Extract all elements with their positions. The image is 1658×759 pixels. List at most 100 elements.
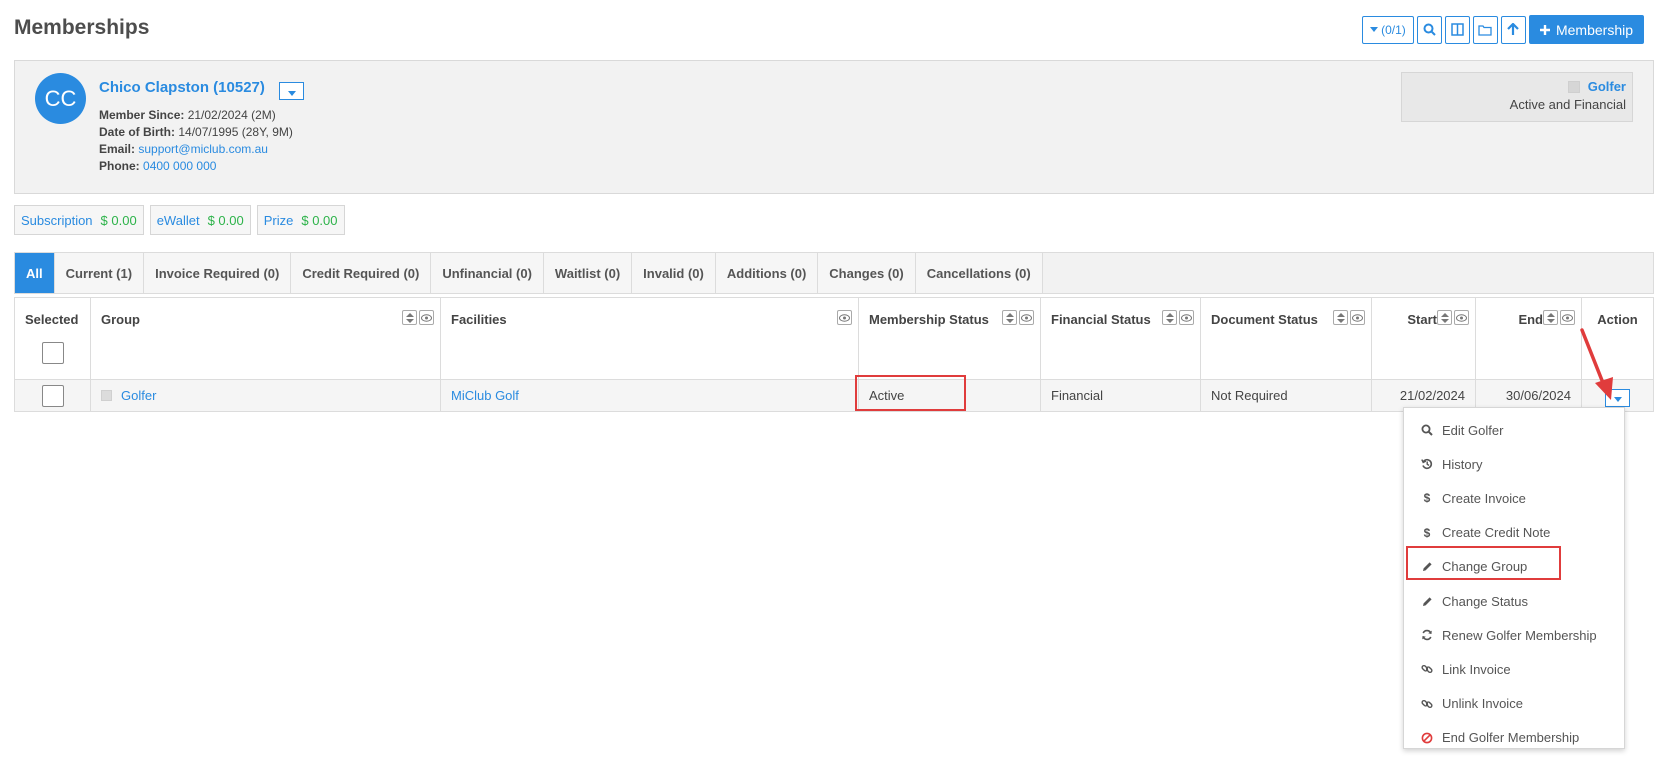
memberships-table: Selected Group Facilities Membership Sta… bbox=[14, 297, 1654, 412]
group-cell: Golfer bbox=[91, 380, 441, 411]
email-link[interactable]: support@miclub.com.au bbox=[138, 142, 268, 156]
arrow-up-icon bbox=[1507, 23, 1520, 36]
tab-current[interactable]: Current (1) bbox=[54, 253, 145, 293]
page-title: Memberships bbox=[14, 16, 150, 39]
toolbar: (0/1) Membership bbox=[1361, 15, 1644, 44]
column-label: Selected bbox=[25, 312, 79, 327]
balances: Subscription $ 0.00 eWallet $ 0.00 Prize… bbox=[14, 205, 345, 235]
column-header-group: Group bbox=[91, 298, 441, 379]
column-label: Financial Status bbox=[1051, 312, 1151, 327]
balance-label[interactable]: eWallet bbox=[157, 213, 200, 228]
menu-item-end-golfer-membership[interactable]: End Golfer Membership bbox=[1404, 721, 1624, 755]
sort-icon[interactable] bbox=[1543, 310, 1558, 325]
dollar-icon: $ bbox=[1423, 491, 1431, 506]
link-icon bbox=[1420, 662, 1434, 676]
eye-icon[interactable] bbox=[1019, 310, 1034, 325]
summary-group-link[interactable]: Golfer bbox=[1588, 79, 1626, 94]
menu-item-change-status[interactable]: Change Status bbox=[1404, 584, 1624, 618]
status-tabs: All Current (1) Invoice Required (0) Cre… bbox=[14, 252, 1654, 294]
column-header-financial-status: Financial Status bbox=[1041, 298, 1201, 379]
column-header-end: End bbox=[1476, 298, 1582, 379]
balance-subscription: Subscription $ 0.00 bbox=[14, 205, 144, 235]
menu-item-link-invoice[interactable]: Link Invoice bbox=[1404, 652, 1624, 686]
columns-icon bbox=[1451, 23, 1464, 36]
phone-link[interactable]: 0400 000 000 bbox=[143, 159, 216, 173]
add-membership-label: Membership bbox=[1555, 21, 1633, 38]
unlink-icon bbox=[1420, 697, 1434, 711]
eye-icon[interactable] bbox=[837, 310, 852, 325]
caret-down-icon bbox=[1370, 26, 1379, 33]
balance-prize: Prize $ 0.00 bbox=[256, 205, 345, 235]
menu-item-label: Link Invoice bbox=[1442, 661, 1511, 677]
menu-item-label: History bbox=[1442, 456, 1483, 472]
folder-button[interactable] bbox=[1472, 15, 1498, 44]
balance-label[interactable]: Subscription bbox=[21, 213, 93, 228]
member-name-link[interactable]: Chico Clapston (10527) bbox=[99, 79, 265, 96]
group-link[interactable]: Golfer bbox=[121, 388, 156, 403]
financial-status-value: Financial bbox=[1051, 388, 1104, 403]
tab-all[interactable]: All bbox=[15, 253, 55, 293]
tab-additions[interactable]: Additions (0) bbox=[715, 253, 819, 293]
eye-icon[interactable] bbox=[1350, 310, 1365, 325]
dob-value: 14/07/1995 (28Y, 9M) bbox=[178, 125, 293, 139]
facility-link[interactable]: MiClub Golf bbox=[451, 388, 519, 403]
tab-invoice-required[interactable]: Invoice Required (0) bbox=[144, 253, 292, 293]
menu-item-renew-golfer-membership[interactable]: Renew Golfer Membership bbox=[1404, 618, 1624, 652]
search-button[interactable] bbox=[1416, 15, 1442, 44]
eye-icon[interactable] bbox=[1179, 310, 1194, 325]
tab-waitlist[interactable]: Waitlist (0) bbox=[543, 253, 633, 293]
tab-changes[interactable]: Changes (0) bbox=[818, 253, 916, 293]
sort-icon[interactable] bbox=[1162, 310, 1177, 325]
sort-icon[interactable] bbox=[1437, 310, 1452, 325]
balance-label[interactable]: Prize bbox=[264, 213, 294, 228]
table-header: Selected Group Facilities Membership Sta… bbox=[14, 297, 1654, 379]
balance-amount: $ 0.00 bbox=[301, 212, 338, 228]
menu-item-label: Change Status bbox=[1442, 593, 1529, 609]
menu-item-create-invoice[interactable]: $ Create Invoice bbox=[1404, 481, 1624, 515]
menu-item-label: End Golfer Membership bbox=[1442, 730, 1580, 746]
eye-icon[interactable] bbox=[1560, 310, 1575, 325]
upload-button[interactable] bbox=[1500, 15, 1526, 44]
facilities-cell: MiClub Golf bbox=[441, 380, 859, 411]
search-icon bbox=[1423, 23, 1436, 36]
history-icon bbox=[1420, 457, 1434, 471]
tab-unfinancial[interactable]: Unfinancial (0) bbox=[431, 253, 544, 293]
filter-button[interactable]: (0/1) bbox=[1361, 15, 1414, 44]
add-membership-button[interactable]: Membership bbox=[1528, 15, 1644, 44]
summary-status: Active and Financial bbox=[1509, 97, 1626, 112]
sort-icon[interactable] bbox=[402, 310, 417, 325]
menu-item-unlink-invoice[interactable]: Unlink Invoice bbox=[1404, 687, 1624, 721]
menu-item-history[interactable]: History bbox=[1404, 447, 1624, 481]
columns-button[interactable] bbox=[1444, 15, 1470, 44]
phone-label: Phone: bbox=[99, 159, 140, 173]
menu-item-label: Create Credit Note bbox=[1442, 525, 1551, 541]
folder-icon bbox=[1478, 24, 1493, 36]
member-menu-button[interactable] bbox=[279, 82, 304, 100]
pointer-arrow-icon bbox=[1580, 328, 1613, 400]
member-details: Member Since: 21/02/2024 (2M) Date of Bi… bbox=[99, 107, 293, 175]
column-label: Document Status bbox=[1211, 312, 1318, 327]
select-all-checkbox[interactable] bbox=[42, 342, 64, 364]
balance-ewallet: eWallet $ 0.00 bbox=[149, 205, 251, 235]
menu-item-label: Create Invoice bbox=[1442, 490, 1526, 506]
menu-item-create-credit-note[interactable]: $ Create Credit Note bbox=[1404, 516, 1624, 550]
sort-icon[interactable] bbox=[1002, 310, 1017, 325]
eye-icon[interactable] bbox=[1454, 310, 1469, 325]
row-select-cell bbox=[15, 380, 91, 411]
tab-invalid[interactable]: Invalid (0) bbox=[632, 253, 716, 293]
filter-count: (0/1) bbox=[1381, 22, 1406, 37]
sort-icon[interactable] bbox=[1333, 310, 1348, 325]
tab-credit-required[interactable]: Credit Required (0) bbox=[291, 253, 432, 293]
end-date: 30/06/2024 bbox=[1505, 388, 1571, 403]
row-checkbox[interactable] bbox=[41, 384, 64, 407]
column-header-selected: Selected bbox=[15, 298, 91, 379]
eye-icon[interactable] bbox=[419, 310, 434, 325]
dollar-icon: $ bbox=[1423, 525, 1431, 540]
tab-cancellations[interactable]: Cancellations (0) bbox=[915, 253, 1043, 293]
column-header-document-status: Document Status bbox=[1201, 298, 1372, 379]
caret-down-icon bbox=[287, 84, 296, 99]
menu-item-edit-golfer[interactable]: Edit Golfer bbox=[1404, 413, 1624, 447]
balance-amount: $ 0.00 bbox=[100, 212, 137, 228]
group-color-swatch bbox=[1567, 80, 1580, 93]
column-label: Start bbox=[1407, 312, 1437, 327]
